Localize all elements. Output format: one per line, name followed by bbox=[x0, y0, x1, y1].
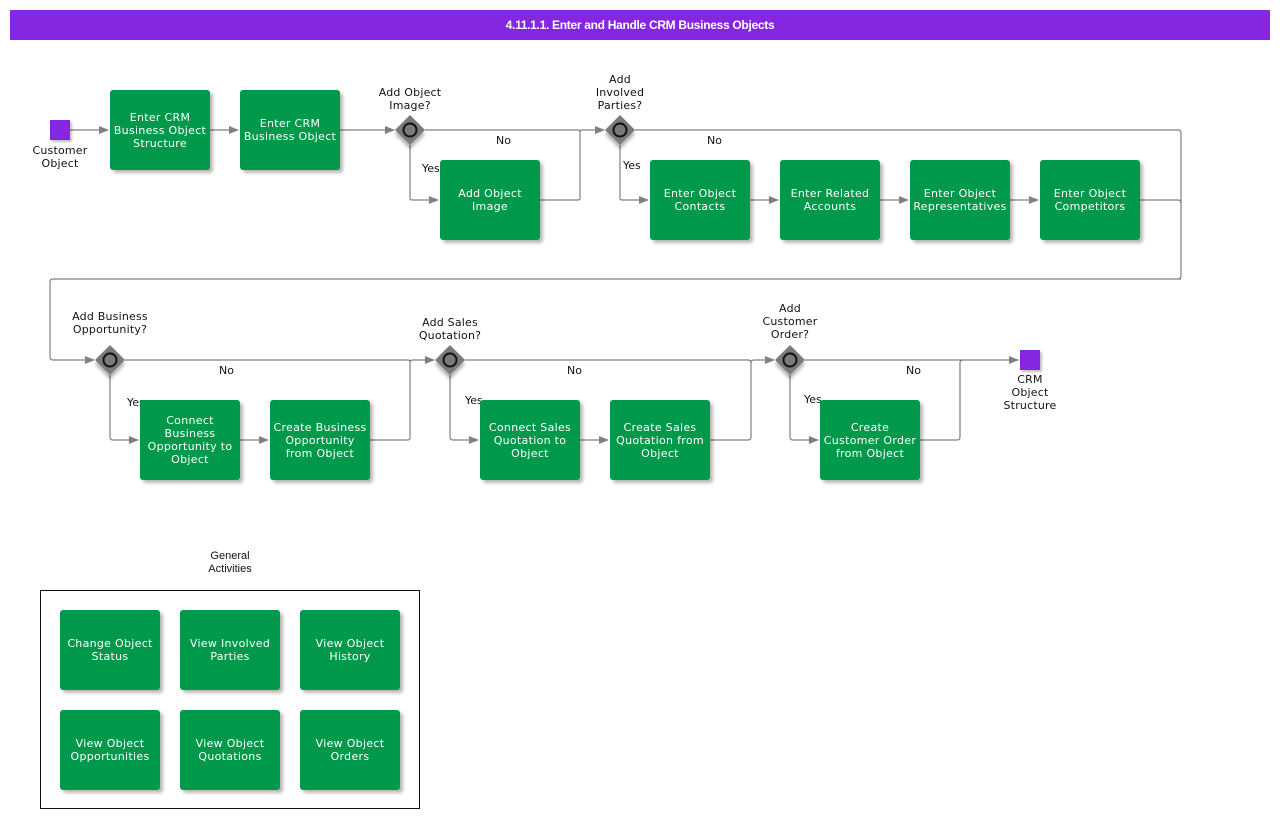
group-title-general-activities: General Activities bbox=[208, 550, 252, 575]
task-label: Enter CRM Business Object Structure bbox=[113, 110, 207, 150]
task-label: Enter Related Accounts bbox=[790, 187, 870, 213]
gateway-g1[interactable] bbox=[395, 115, 425, 145]
flow-label-no: No bbox=[496, 134, 511, 147]
task-enter-object-competitors[interactable]: Enter Object Competitors bbox=[1040, 160, 1140, 240]
flow-g2-yes bbox=[619, 145, 649, 204]
flow-t9-to-g4 bbox=[370, 356, 435, 441]
task-view-object-quotations[interactable]: View Object Quotations bbox=[180, 710, 280, 790]
flow-t12-to-end bbox=[920, 359, 964, 441]
flow-g5-yes bbox=[789, 375, 819, 444]
task-label: View Object Orders bbox=[315, 737, 385, 763]
flow-label-yes: Yes bbox=[422, 162, 440, 175]
start-event-label: Customer Object bbox=[32, 144, 88, 170]
task-change-object-status[interactable]: Change Object Status bbox=[60, 610, 160, 690]
flow-g4-no bbox=[465, 359, 752, 364]
task-enter-related-accounts[interactable]: Enter Related Accounts bbox=[780, 160, 880, 240]
task-label: Connect Business Opportunity to Object bbox=[147, 414, 233, 466]
task-add-object-image[interactable]: Add Object Image bbox=[440, 160, 540, 240]
task-label: View Object Quotations bbox=[195, 737, 265, 763]
task-enter-crm-business-object-structure[interactable]: Enter CRM Business Object Structure bbox=[110, 90, 210, 170]
task-create-business-opportunity[interactable]: Create Business Opportunity from Object bbox=[270, 400, 370, 480]
end-event[interactable] bbox=[1020, 350, 1040, 370]
task-connect-sales-quotation[interactable]: Connect Sales Quotation to Object bbox=[480, 400, 580, 480]
task-enter-object-representatives[interactable]: Enter Object Representatives bbox=[910, 160, 1010, 240]
flow-label-no: No bbox=[707, 134, 722, 147]
gateway-g2-label: Add Involved Parties? bbox=[595, 73, 645, 112]
gateway-g5-label: Add Customer Order? bbox=[762, 302, 818, 341]
task-view-object-orders[interactable]: View Object Orders bbox=[300, 710, 400, 790]
task-label: View Involved Parties bbox=[189, 637, 271, 663]
gateway-g4[interactable] bbox=[435, 345, 465, 375]
flow-t11-to-g5 bbox=[710, 356, 775, 441]
flow-t7-to-loop bbox=[1140, 199, 1182, 204]
task-enter-object-contacts[interactable]: Enter Object Contacts bbox=[650, 160, 750, 240]
task-label: Add Object Image bbox=[458, 187, 522, 213]
task-create-sales-quotation[interactable]: Create Sales Quotation from Object bbox=[610, 400, 710, 480]
flow-g4-yes bbox=[449, 375, 479, 444]
task-label: Enter Object Competitors bbox=[1053, 187, 1127, 213]
task-label: Enter Object Contacts bbox=[663, 187, 737, 213]
task-label: Enter Object Representatives bbox=[913, 187, 1007, 213]
task-label: View Object History bbox=[315, 637, 385, 663]
gateway-g1-label: Add Object Image? bbox=[378, 86, 442, 112]
task-connect-business-opportunity[interactable]: Connect Business Opportunity to Object bbox=[140, 400, 240, 480]
task-label: Create Customer Order from Object bbox=[823, 420, 917, 460]
flow-t3-to-merge bbox=[540, 126, 605, 201]
gateway-g4-label: Add Sales Quotation? bbox=[418, 316, 482, 342]
task-label: View Object Opportunities bbox=[70, 737, 150, 763]
flow-g3-no bbox=[125, 359, 411, 363]
flow-label-no: No bbox=[219, 364, 234, 377]
task-view-object-history[interactable]: View Object History bbox=[300, 610, 400, 690]
task-view-object-opportunities[interactable]: View Object Opportunities bbox=[60, 710, 160, 790]
end-event-label: CRM Object Structure bbox=[1003, 373, 1057, 412]
task-enter-crm-business-object[interactable]: Enter CRM Business Object bbox=[240, 90, 340, 170]
gateway-g3-label: Add Business Opportunity? bbox=[72, 310, 148, 336]
flow-g1-no bbox=[425, 129, 581, 133]
flow-label-no: No bbox=[567, 364, 582, 377]
gateway-g3[interactable] bbox=[95, 345, 125, 375]
gateway-g5[interactable] bbox=[775, 345, 805, 375]
flow-wrap bbox=[49, 278, 1181, 364]
task-label: Enter CRM Business Object bbox=[243, 117, 337, 143]
task-label: Create Business Opportunity from Object bbox=[273, 420, 367, 460]
gateway-g2[interactable] bbox=[605, 115, 635, 145]
task-label: Connect Sales Quotation to Object bbox=[488, 420, 572, 460]
flow-label-no: No bbox=[906, 364, 921, 377]
start-event[interactable] bbox=[50, 120, 70, 140]
task-view-involved-parties[interactable]: View Involved Parties bbox=[180, 610, 280, 690]
task-label: Create Sales Quotation from Object bbox=[616, 420, 704, 460]
task-label: Change Object Status bbox=[67, 637, 153, 663]
flow-label-yes: Yes bbox=[623, 159, 641, 172]
task-create-customer-order[interactable]: Create Customer Order from Object bbox=[820, 400, 920, 480]
